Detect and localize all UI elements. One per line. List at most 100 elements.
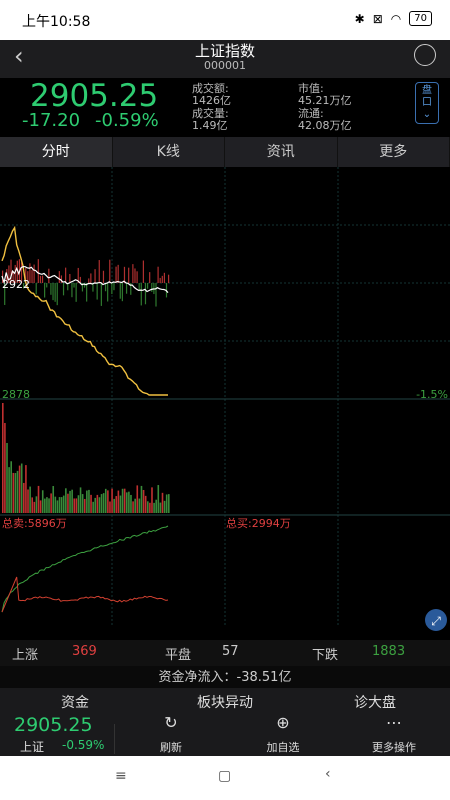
tab-bar: 分时 K线 资讯 更多 — [0, 137, 450, 167]
volume-bar — [10, 461, 13, 513]
tab-kline[interactable]: K线 — [113, 137, 225, 167]
money-flow-bar — [134, 268, 136, 283]
volume-bar — [56, 500, 59, 513]
funds-button[interactable]: 资金 — [0, 692, 150, 712]
add-watchlist-label[interactable]: 加自选 — [227, 739, 339, 755]
volume-bar — [2, 403, 4, 513]
volume-bar — [107, 490, 109, 513]
back-nav-icon[interactable]: ‹ — [325, 766, 331, 782]
money-flow-bar — [73, 283, 75, 288]
money-flow-bar — [41, 275, 44, 283]
volume-bar — [140, 485, 143, 513]
volume-bar — [12, 472, 15, 513]
add-icon[interactable]: ⊕ — [227, 713, 339, 732]
avg-price-line — [1, 225, 168, 396]
volume-bar — [69, 490, 71, 513]
volume-bar — [27, 489, 29, 513]
money-flow-bar — [88, 278, 90, 283]
money-flow-bar — [33, 264, 35, 283]
money-flow-bar — [58, 271, 60, 283]
volume-bar — [149, 502, 151, 513]
volume-bar — [81, 494, 84, 513]
refresh-icon[interactable]: ↻ — [115, 713, 227, 732]
tab-more[interactable]: 更多 — [338, 137, 450, 167]
volume-bar — [86, 490, 88, 513]
volume-bar — [111, 488, 113, 513]
current-price: 2905.25 — [30, 78, 159, 114]
money-flow-bar — [71, 283, 73, 298]
volume-bar — [71, 489, 73, 513]
money-flow-bar — [96, 283, 98, 300]
prev-close-label: 2922 — [2, 278, 30, 291]
status-icons: ✱ ⊠ ◠ 70 — [355, 11, 432, 26]
volume-bar — [8, 467, 10, 513]
header: ‹ 上证指数 000001 — [0, 40, 450, 78]
money-flow-bar — [121, 283, 123, 302]
volume-bar — [134, 498, 136, 513]
chevron-down-icon: ⌄ — [422, 109, 432, 120]
volume-bar — [50, 493, 52, 513]
volume-bar — [130, 494, 132, 513]
net-inflow-value: -38.51亿 — [236, 670, 292, 685]
volume-bar — [119, 495, 122, 513]
volume-bar — [23, 482, 25, 513]
pankou-label: 盘口 — [422, 85, 432, 108]
search-icon[interactable] — [414, 44, 436, 66]
price-change-pct: -0.59% — [95, 110, 159, 131]
quote-panel: 2905.25 -17.20 -0.59% 成交额: 1426亿 成交量: 1.… — [0, 78, 450, 135]
money-flow-bar — [50, 283, 52, 295]
svg-text:⤢: ⤢ — [430, 614, 441, 628]
volume-bar — [83, 498, 86, 513]
money-flow-bar — [69, 273, 71, 283]
volume-bar — [144, 495, 147, 513]
menu-icon[interactable]: ≡ — [115, 768, 127, 784]
expand-icon[interactable]: ⤢ — [425, 609, 447, 631]
tab-intraday[interactable]: 分时 — [0, 137, 113, 167]
volume-bar — [41, 490, 44, 513]
money-flow-bar — [109, 259, 111, 283]
money-flow-bar — [115, 266, 117, 283]
money-flow-bar — [113, 283, 115, 291]
money-flow-bar — [138, 283, 140, 290]
volume-bar — [90, 494, 92, 513]
money-flow-bar — [100, 283, 102, 306]
wifi-icon: ◠ — [390, 11, 402, 26]
more-icon[interactable]: ⋯ — [338, 713, 450, 732]
tab-news[interactable]: 资讯 — [225, 137, 338, 167]
money-flow-bar — [161, 275, 163, 283]
total-sell-label: 总卖:5896万 — [2, 516, 67, 530]
money-flow-bar — [37, 259, 39, 283]
volume-bar — [48, 498, 50, 513]
flat-label: 平盘 — [165, 648, 192, 663]
volume-bar — [75, 498, 78, 513]
mute-icon: ⊠ — [372, 11, 383, 26]
money-flow-bar — [136, 271, 138, 283]
money-flow-bar — [65, 267, 67, 283]
money-flow-bar — [111, 283, 113, 295]
diagnose-button[interactable]: 诊大盘 — [300, 692, 450, 712]
volume-bar — [6, 443, 8, 513]
money-flow-bar — [39, 275, 42, 283]
money-flow-bar — [54, 283, 56, 302]
money-flow-bar — [119, 283, 121, 299]
sector-anomaly-button[interactable]: 板块异动 — [150, 692, 300, 712]
money-flow-bar — [157, 266, 159, 283]
intraday-chart[interactable]: 2922 2878 -1.5% 总卖:5896万 总买:2994万 ⤢ — [0, 167, 450, 637]
toolbar-index-pct: -0.59% — [62, 738, 105, 752]
more-actions-label[interactable]: 更多操作 — [338, 739, 450, 755]
pankou-button[interactable]: 盘口 ⌄ — [415, 82, 439, 124]
volume-bar — [100, 494, 103, 513]
status-time: 上午10:58 — [22, 14, 91, 30]
money-flow-bar — [94, 269, 96, 283]
volume-bar — [20, 463, 23, 513]
volume-bar — [98, 497, 101, 513]
volume-bar — [88, 489, 90, 513]
refresh-label[interactable]: 刷新 — [115, 739, 227, 755]
home-icon[interactable]: ▢ — [218, 768, 231, 784]
money-flow-bar — [117, 264, 119, 283]
volume-bar — [92, 501, 94, 513]
volume-bar — [115, 496, 118, 513]
money-flow-bar — [125, 283, 128, 294]
money-flow-bar — [140, 283, 142, 306]
volume-bar — [163, 500, 166, 513]
